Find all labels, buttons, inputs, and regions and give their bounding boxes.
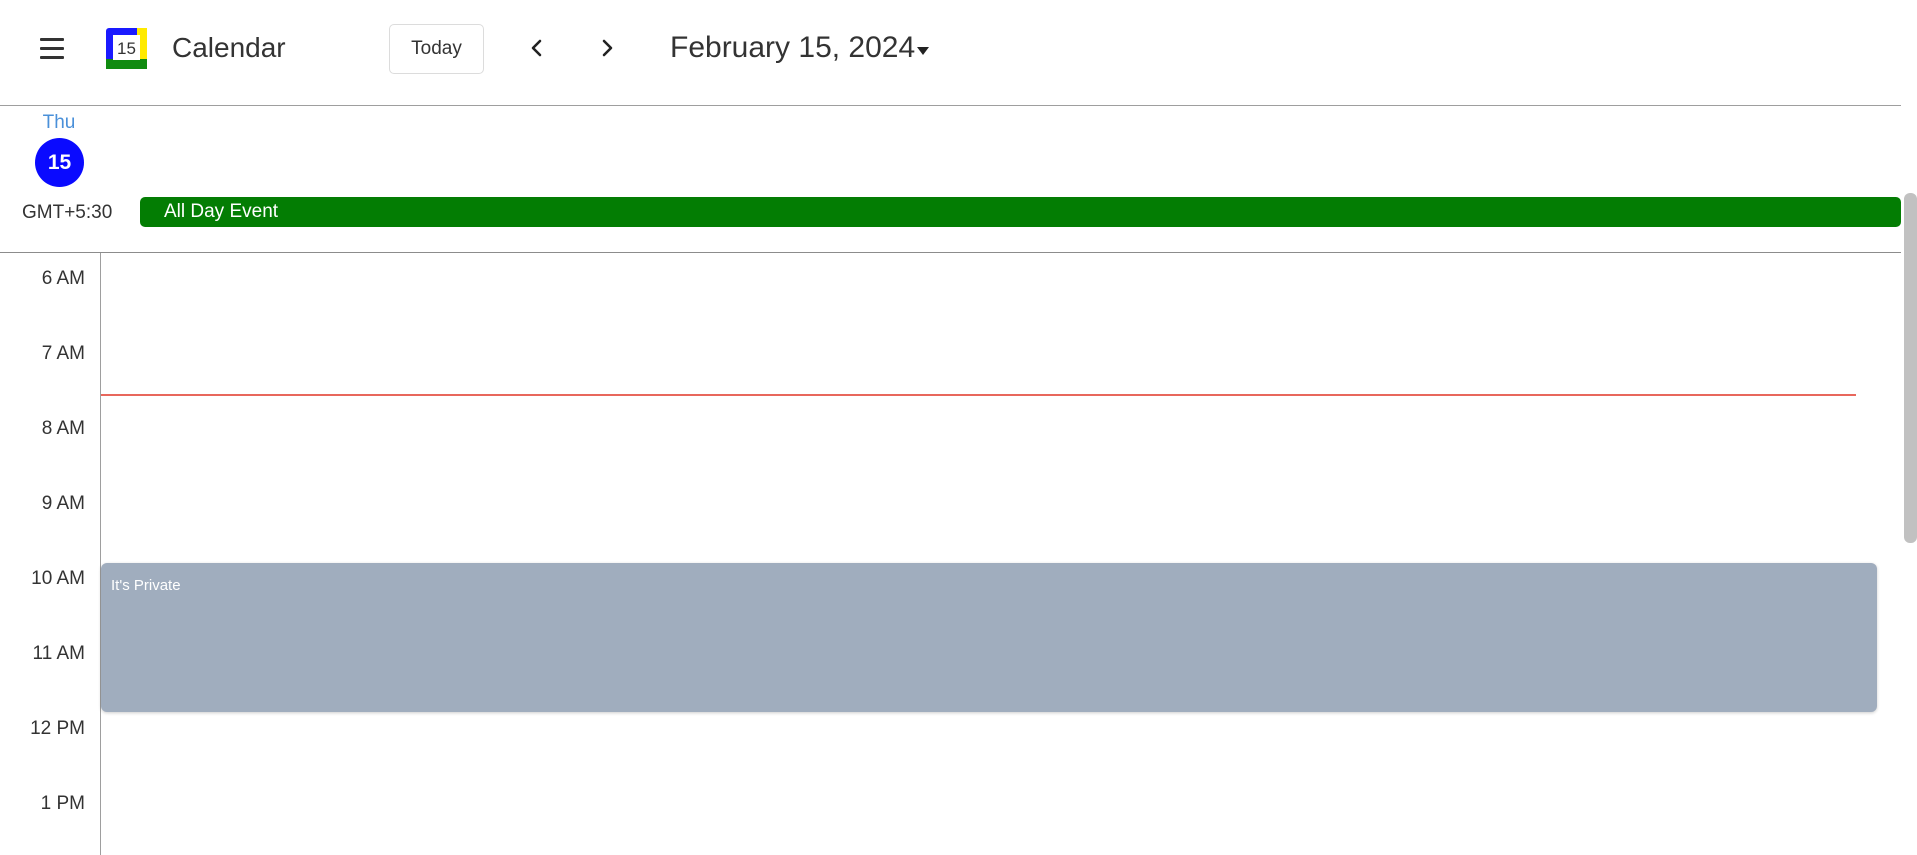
- timezone-label: GMT+5:30: [22, 202, 113, 223]
- chevron-left-icon[interactable]: [519, 30, 555, 66]
- caret-down-icon[interactable]: [916, 46, 930, 56]
- hour-label: 11 AM: [32, 643, 85, 664]
- hour-label: 9 AM: [41, 493, 85, 514]
- chevron-right-icon[interactable]: [589, 30, 625, 66]
- top-bar: 15 Calendar Today February 15, 2024: [0, 0, 1901, 106]
- hour-label: 6 AM: [41, 268, 85, 289]
- today-button[interactable]: Today: [389, 24, 484, 74]
- current-time-indicator: [101, 394, 1856, 396]
- main-menu-button[interactable]: [38, 36, 66, 62]
- hamburger-icon-bar: [40, 47, 64, 50]
- logo-text: 15: [117, 39, 136, 58]
- hour-label: 8 AM: [41, 418, 85, 439]
- app-title: Calendar: [172, 32, 286, 63]
- current-date-title[interactable]: February 15, 2024: [670, 31, 915, 65]
- hour-label: 1 PM: [40, 793, 85, 814]
- allday-divider: [0, 252, 1901, 253]
- time-axis-line: [100, 253, 101, 855]
- hour-label: 10 AM: [31, 568, 85, 589]
- all-day-event[interactable]: All Day Event: [140, 197, 1901, 227]
- vertical-scrollbar[interactable]: [1904, 193, 1917, 543]
- day-number-badge[interactable]: 15: [35, 138, 84, 187]
- hour-label: 12 PM: [30, 718, 85, 739]
- hour-label: 7 AM: [41, 343, 85, 364]
- calendar-logo-icon: 15: [106, 28, 147, 69]
- day-of-week-label: Thu: [42, 112, 76, 133]
- hamburger-icon-bar: [40, 38, 64, 41]
- private-event[interactable]: It's Private: [101, 563, 1877, 712]
- hamburger-icon-bar: [40, 56, 64, 59]
